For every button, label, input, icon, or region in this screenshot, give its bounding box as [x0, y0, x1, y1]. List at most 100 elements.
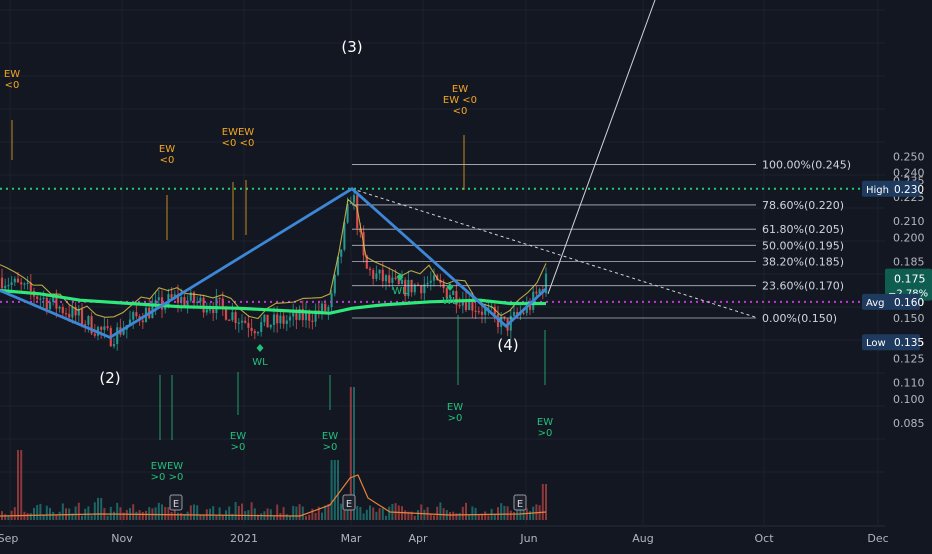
badge-label-0: High: [866, 185, 889, 196]
candle-body-33: [106, 326, 109, 328]
volume-bar-158: [506, 506, 509, 520]
earnings-label-2: E: [517, 499, 523, 510]
candle-body-63: [202, 297, 205, 313]
earnings-label-1: E: [346, 499, 352, 510]
volume-bar-52: [167, 507, 170, 520]
candle-body-64: [205, 309, 208, 313]
candle-body-61: [196, 301, 199, 303]
price-tick-11: 0.125: [893, 352, 925, 365]
volume-bar-157: [503, 505, 506, 520]
volume-bar-86: [276, 504, 279, 520]
volume-bar-60: [193, 504, 195, 520]
volume-bar-164: [525, 508, 528, 520]
candle-body-69: [221, 298, 224, 308]
candle-body-116: [372, 270, 375, 279]
candle-body-53: [170, 294, 173, 298]
volume-bar-48: [154, 507, 157, 520]
time-label-4: Apr: [408, 532, 428, 545]
candle-body-88: [282, 315, 285, 324]
volume-bar-24: [77, 502, 80, 520]
volume-bar-151: [484, 511, 487, 520]
candle-body-125: [400, 279, 404, 285]
volume-bar-88: [282, 507, 285, 520]
volume-bar-152: [487, 515, 490, 520]
candle-body-123: [394, 277, 397, 279]
candle-body-77: [247, 322, 250, 328]
candle-body-2: [7, 285, 10, 287]
badge-value-2: 0.160: [894, 297, 924, 309]
volume-bar-100: [321, 512, 323, 520]
candle-body-78: [250, 327, 253, 332]
candle-body-79: [253, 331, 256, 334]
volume-bar-149: [477, 515, 480, 520]
candle-body-149: [477, 311, 480, 313]
candle-body-97: [311, 320, 314, 322]
candle-body-82: [263, 314, 266, 323]
volume-bar-12: [39, 503, 42, 520]
chart-canvas[interactable]: E E E 100.00%(0.245) 78.60%(0.220) 61.80%(0.2…: [0, 0, 932, 550]
candle-body-72: [231, 312, 234, 321]
candle-body-15: [48, 302, 52, 310]
volume-bar-36: [116, 502, 119, 520]
volume-bar-55: [177, 512, 179, 520]
candle-body-167: [535, 291, 538, 294]
time-label-7: Oct: [754, 532, 774, 545]
volume-bar-93: [298, 504, 301, 520]
candle-body-80: [256, 331, 260, 334]
fib-label-2: 61.80%(0.205): [762, 223, 844, 236]
volume-bar-16: [52, 511, 55, 520]
candle-body-66: [212, 309, 215, 314]
candle-body-143: [458, 304, 461, 307]
volume-bar-107: [343, 510, 346, 520]
price-tick-6: 0.185: [893, 255, 925, 268]
volume-bar-160: [513, 512, 515, 520]
candle-body-103: [330, 293, 333, 308]
ew-green-4-1: >0: [538, 428, 553, 439]
volume-bar-126: [404, 510, 407, 520]
candle-body-12: [39, 298, 42, 300]
volume-bar-114: [365, 509, 368, 520]
ew-orange-0-0: EW: [4, 69, 20, 80]
volume-bar-123: [394, 503, 397, 520]
volume-bar-46: [148, 507, 151, 520]
volume-bar-159: [509, 510, 512, 520]
wave-label-2: (2): [99, 369, 120, 387]
volume-bar-6: [20, 450, 23, 520]
fib-label-6: 0.00%(0.150): [762, 312, 837, 325]
candle-body-76: [244, 320, 247, 323]
volume-bar-9: [29, 513, 32, 520]
volume-bar-105: [337, 460, 339, 520]
volume-bar-56: [180, 512, 183, 520]
volume-bar-23: [74, 506, 77, 520]
volume-bar-106: [340, 503, 343, 520]
volume-bar-34: [109, 506, 112, 520]
candle-body-14: [45, 297, 48, 310]
volume-bar-81: [260, 513, 263, 520]
volume-bar-42: [135, 511, 138, 520]
volume-bar-91: [292, 505, 295, 520]
volume-bar-73: [234, 502, 237, 520]
badge-label-2: Avg: [866, 298, 885, 309]
ew-green-3-0: EW: [447, 402, 463, 413]
volume-bar-165: [529, 511, 531, 520]
candle-body-68: [218, 297, 221, 299]
volume-bar-98: [314, 512, 317, 520]
candle-body-84: [269, 324, 272, 328]
candle-body-134: [429, 280, 432, 283]
candle-body-89: [285, 320, 288, 324]
price-chart[interactable]: E E E 100.00%(0.245) 78.60%(0.220) 61.80%(0.2…: [0, 0, 932, 550]
volume-bar-89: [285, 514, 288, 520]
volume-bar-65: [209, 508, 211, 520]
volume-bar-41: [132, 504, 135, 520]
candle-body-32: [103, 326, 106, 330]
volume-bar-143: [458, 512, 461, 520]
candle-body-3: [10, 282, 13, 286]
volume-bar-58: [186, 511, 189, 520]
price-tick-13: 0.100: [893, 393, 925, 406]
volume-bar-85: [273, 515, 275, 520]
time-label-5: Jun: [519, 532, 537, 545]
volume-bar-104: [333, 460, 336, 520]
volume-bar-78: [250, 502, 253, 520]
candle-body-102: [327, 307, 330, 312]
volume-bar-134: [429, 514, 432, 520]
